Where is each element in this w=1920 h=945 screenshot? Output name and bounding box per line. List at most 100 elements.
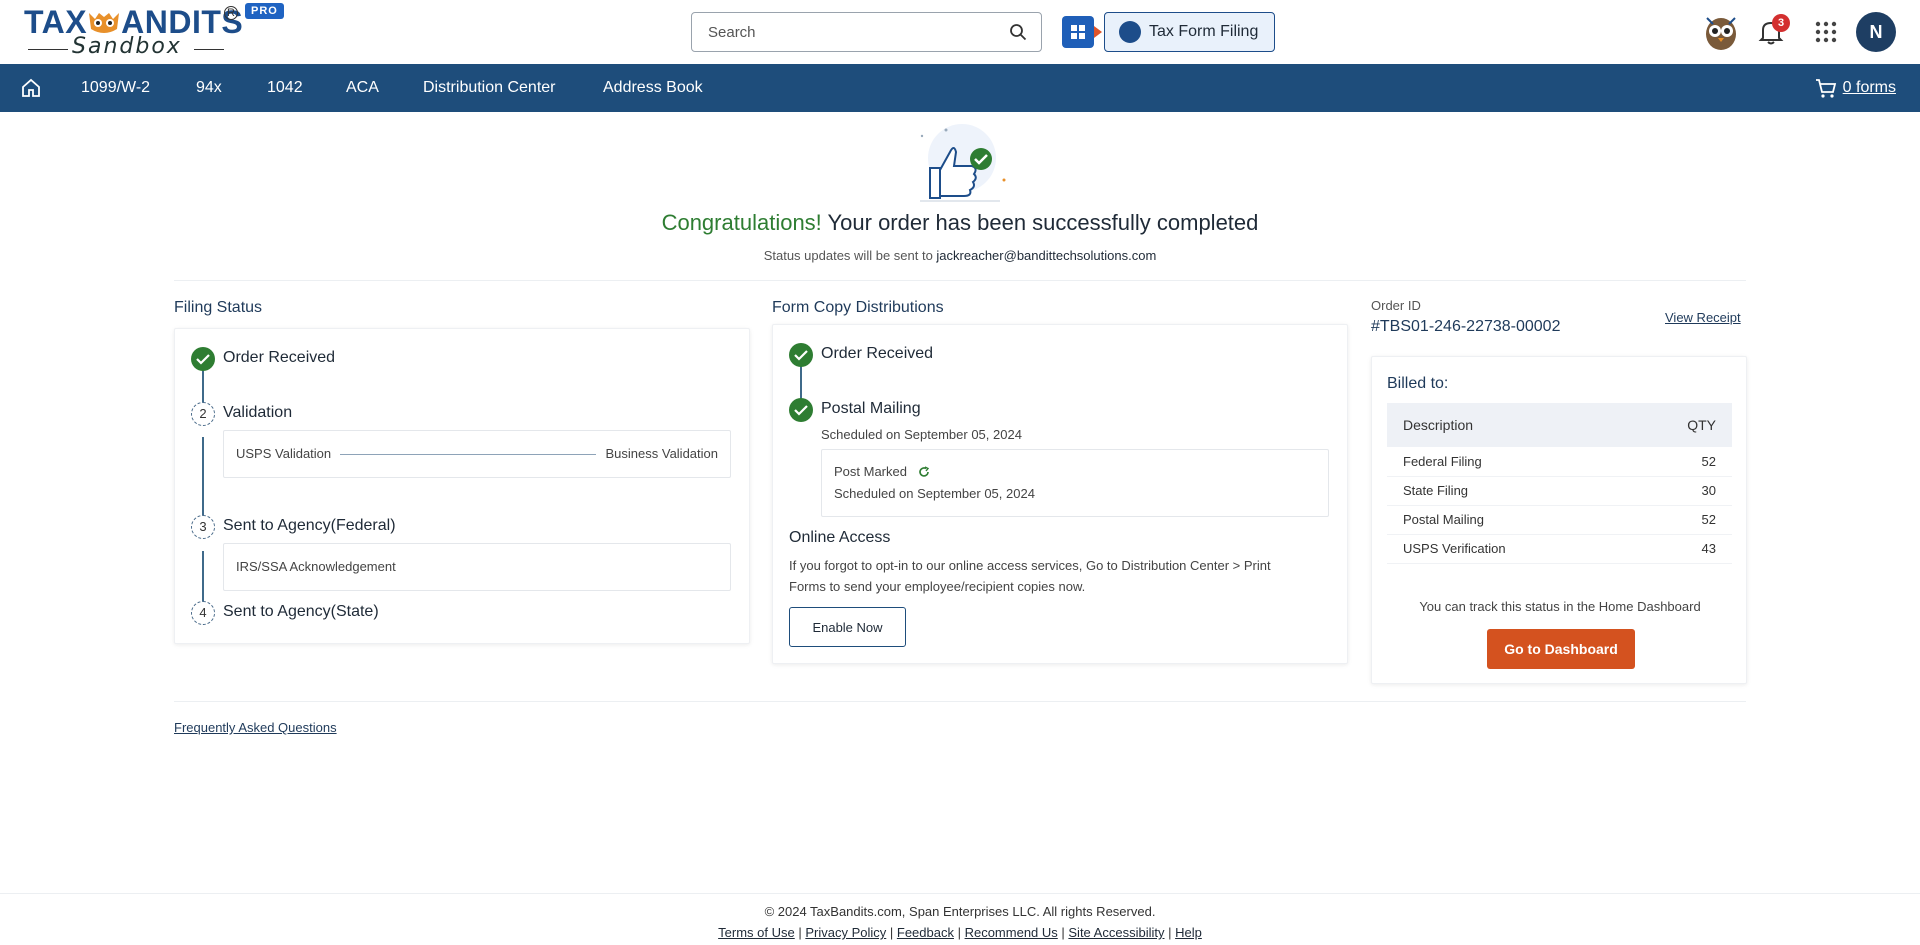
filing-step-sent-state: Sent to Agency(State) (223, 603, 379, 620)
pro-badge: PRO (245, 3, 284, 19)
validation-progress-line (340, 454, 596, 455)
online-access-text: If you forgot to opt-in to our online ac… (789, 555, 1271, 597)
nav-item-aca[interactable]: ACA (346, 64, 379, 112)
nav-item-address-book[interactable]: Address Book (603, 64, 703, 112)
distribution-order-received-check-icon (789, 343, 813, 367)
distribution-step-order-received: Order Received (821, 345, 934, 362)
go-to-dashboard-button[interactable]: Go to Dashboard (1487, 629, 1635, 669)
cart-link[interactable]: 0 forms (1815, 64, 1896, 112)
status-prefix: Status updates will be sent to (763, 248, 937, 263)
registered-icon: R (224, 6, 238, 20)
online-access-text-line-2: Forms to send your employee/recipient co… (789, 579, 1086, 594)
enable-now-button[interactable]: Enable Now (789, 607, 906, 647)
table-row: State Filing 30 (1387, 476, 1732, 506)
refresh-icon[interactable] (918, 466, 930, 478)
divider-bottom (174, 701, 1746, 702)
validation-detail-box: USPS Validation Business Validation (223, 430, 731, 478)
filing-step-2-number: 2 (191, 402, 215, 426)
row-qty: 52 (1624, 505, 1732, 535)
post-marked-scheduled: Scheduled on September 05, 2024 (834, 486, 1035, 501)
filing-step-order-received: Order Received (223, 349, 336, 366)
status-updates-note: Status updates will be sent to jackreach… (0, 248, 1920, 263)
row-description: State Filing (1387, 476, 1625, 506)
track-status-note: You can track this status in the Home Da… (1419, 599, 1701, 614)
search-input[interactable] (692, 13, 992, 51)
divider-top (174, 280, 1746, 281)
table-row: USPS Verification 43 (1387, 534, 1732, 564)
notification-count-badge: 3 (1772, 14, 1790, 32)
nav-item-94x[interactable]: 94x (196, 64, 222, 112)
billing-card: Billed to: Description QTY Federal Filin… (1371, 356, 1747, 684)
federal-detail-box: IRS/SSA Acknowledgement (223, 543, 731, 591)
usps-validation-label: USPS Validation (236, 446, 332, 461)
tax-form-filing-button[interactable]: Tax Form Filing (1104, 12, 1275, 52)
footer-links: Terms of Use | Privacy Policy | Feedback… (718, 925, 1202, 940)
postal-mailing-scheduled: Scheduled on September 05, 2024 (821, 427, 1022, 442)
filing-step-validation: Validation (223, 404, 293, 421)
logo-underline-right (194, 49, 224, 50)
thumbs-up-success-illustration (920, 124, 1006, 202)
distribution-step-postal-mailing: Postal Mailing (821, 400, 921, 417)
distributions-title: Form Copy Distributions (772, 299, 944, 316)
logo-sub-text: Sandbox (72, 34, 182, 59)
billing-table-header: Description QTY (1387, 403, 1732, 447)
tax-form-filing-label: Tax Form Filing (1149, 23, 1259, 40)
app-switcher-arrow-icon (1094, 26, 1102, 38)
apps-grid-icon (1071, 25, 1085, 39)
view-receipt-link[interactable]: View Receipt (1665, 310, 1741, 325)
page-footer: © 2024 TaxBandits.com, Span Enterprises … (0, 893, 1920, 940)
nav-item-1099-w2[interactable]: 1099/W-2 (81, 64, 150, 112)
footer-link-recommend[interactable]: Recommend Us (965, 925, 1058, 940)
distributions-card: Order Received Postal Mailing Scheduled … (772, 324, 1348, 664)
table-row: Postal Mailing 52 (1387, 505, 1732, 535)
copyright-text: © 2024 TaxBandits.com, Span Enterprises … (764, 904, 1156, 919)
filing-step-3-number: 3 (191, 515, 215, 539)
order-id-label: Order ID (1371, 298, 1421, 313)
row-description: Postal Mailing (1387, 505, 1625, 535)
post-marked-box: Post Marked Scheduled on September 05, 2… (821, 449, 1329, 517)
status-email: jackreacher@bandittechsolutions.com (936, 248, 1157, 263)
footer-link-feedback[interactable]: Feedback (897, 925, 954, 940)
apps-menu-icon[interactable] (1814, 20, 1838, 44)
footer-link-accessibility[interactable]: Site Accessibility (1068, 925, 1164, 940)
owl-logo-icon (89, 13, 120, 33)
row-description: Federal Filing (1387, 447, 1625, 477)
table-row: Federal Filing 52 (1387, 447, 1732, 477)
footer-link-privacy[interactable]: Privacy Policy (805, 925, 886, 940)
faq-link[interactable]: Frequently Asked Questions (174, 720, 337, 735)
filing-step-4-number: 4 (191, 601, 215, 625)
nav-item-distribution-center[interactable]: Distribution Center (423, 64, 556, 112)
search-icon[interactable] (1009, 23, 1027, 41)
footer-link-help[interactable]: Help (1175, 925, 1202, 940)
cart-icon (1815, 79, 1836, 98)
notifications-button[interactable]: 3 (1758, 14, 1790, 46)
postal-mailing-check-icon (789, 398, 813, 422)
row-qty: 43 (1624, 534, 1732, 564)
home-icon[interactable] (20, 77, 42, 99)
app-switcher-button[interactable] (1062, 16, 1102, 48)
cart-label: 0 forms (1842, 79, 1896, 96)
online-access-title: Online Access (789, 529, 891, 546)
owl-assistant-icon[interactable] (1703, 10, 1739, 52)
filing-status-title: Filing Status (174, 299, 263, 316)
order-received-check-icon (191, 347, 215, 371)
main-navigation: 1099/W-2 94x 1042 ACA Distribution Cente… (0, 64, 1920, 112)
taxbandits-logo[interactable]: TAX ANDITS R Sandbox (24, 4, 244, 59)
search-box[interactable] (691, 12, 1042, 52)
footer-link-terms[interactable]: Terms of Use (718, 925, 795, 940)
congrats-highlight: Congratulations! (661, 210, 822, 235)
row-qty: 52 (1624, 447, 1732, 477)
tax-form-icon (1119, 21, 1141, 43)
congrats-message: Your order has been successfully complet… (821, 210, 1259, 235)
order-id-value: #TBS01-246-22738-00002 (1371, 318, 1561, 335)
col-description: Description (1387, 403, 1625, 447)
business-validation-label: Business Validation (605, 446, 719, 461)
logo-underline-left (28, 49, 68, 50)
post-marked-label: Post Marked (834, 464, 907, 479)
online-access-text-line-1: If you forgot to opt-in to our online ac… (789, 558, 1271, 573)
user-avatar[interactable]: N (1856, 12, 1896, 52)
irs-ssa-ack-label: IRS/SSA Acknowledgement (236, 559, 396, 574)
billed-to-label: Billed to: (1387, 375, 1449, 392)
col-qty: QTY (1624, 403, 1732, 447)
nav-item-1042[interactable]: 1042 (267, 64, 303, 112)
